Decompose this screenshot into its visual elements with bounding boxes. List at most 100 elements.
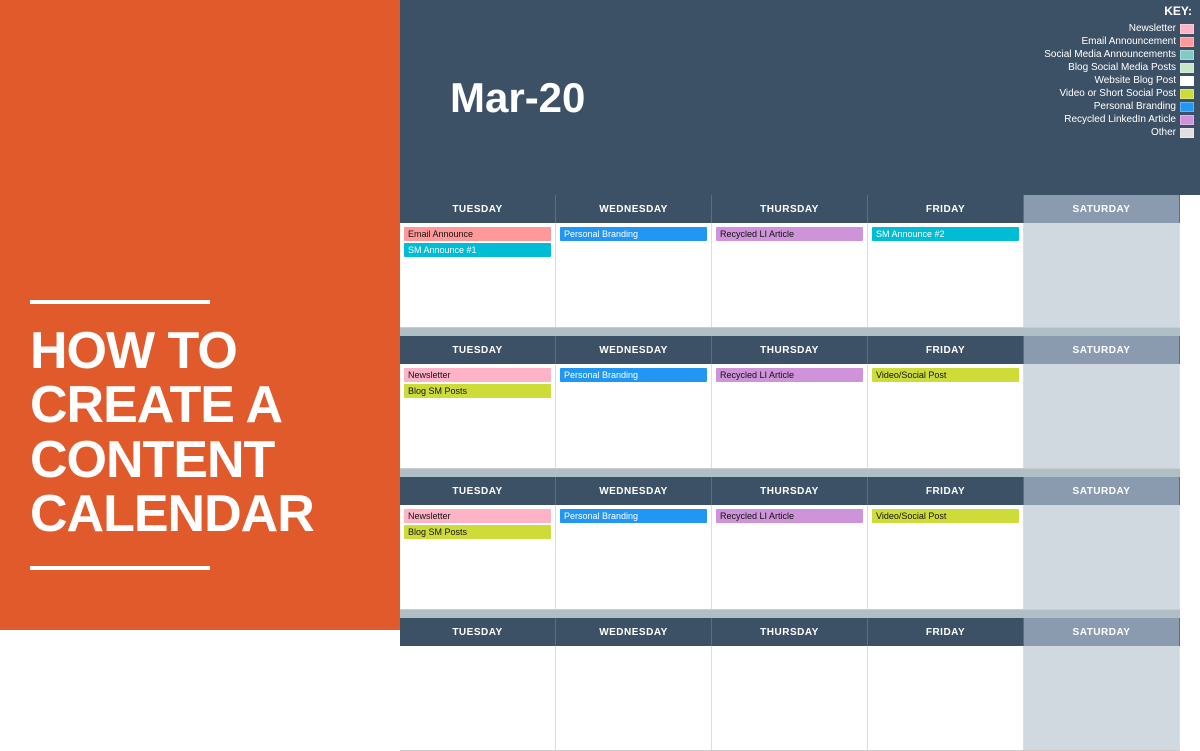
key-item: Website Blog Post [980, 74, 1200, 87]
page-title: HOW TO CREATE A CONTENT CALENDAR [30, 324, 370, 542]
key-item-label: Other [1151, 127, 1180, 138]
day-cell-wednesday: Personal Branding [556, 223, 712, 327]
cell-entry: Newsletter [404, 509, 551, 523]
cell-entry: SM Announce #1 [404, 243, 551, 257]
week-spacer [400, 328, 1180, 336]
day-cell-tuesday: Email Announce SM Announce #1 [400, 223, 556, 327]
cell-entry: Video/Social Post [872, 509, 1019, 523]
cell-entry: Blog SM Posts [404, 384, 551, 398]
day-header-friday: FRIDAY [868, 336, 1024, 364]
header-area: Mar-20 [400, 0, 980, 195]
week-spacer [400, 469, 1180, 477]
day-header-tuesday: TUESDAY [400, 477, 556, 505]
day-header-saturday: SATURDAY [1024, 477, 1180, 505]
day-cell-thursday [712, 646, 868, 750]
cell-entry: Newsletter [404, 368, 551, 382]
key-item-label: Personal Branding [1094, 101, 1180, 112]
day-cell-tuesday: Newsletter Blog SM Posts [400, 505, 556, 609]
day-cell-friday: SM Announce #2 [868, 223, 1024, 327]
cell-entry: Personal Branding [560, 368, 707, 382]
day-cells-row: Email Announce SM Announce #1 Personal Bra… [400, 223, 1180, 328]
key-color-swatch [1180, 89, 1194, 99]
day-header-thursday: THURSDAY [712, 618, 868, 646]
day-header-friday: FRIDAY [868, 618, 1024, 646]
key-color-swatch [1180, 50, 1194, 60]
day-cell-wednesday: Personal Branding [556, 364, 712, 468]
key-item: Blog Social Media Posts [980, 61, 1200, 74]
cell-entry: Blog SM Posts [404, 525, 551, 539]
week-spacer [400, 610, 1180, 618]
day-header-thursday: THURSDAY [712, 336, 868, 364]
day-header-thursday: THURSDAY [712, 477, 868, 505]
day-cell-friday: Video/Social Post [868, 505, 1024, 609]
key-item-label: Email Announcement [1081, 36, 1180, 47]
key-color-swatch [1180, 37, 1194, 47]
day-cells-row: Newsletter Blog SM Posts Personal Branding… [400, 505, 1180, 610]
day-header-saturday: SATURDAY [1024, 336, 1180, 364]
day-header-friday: FRIDAY [868, 477, 1024, 505]
key-item-label: Newsletter [1129, 23, 1180, 34]
key-item: Recycled LinkedIn Article [980, 113, 1200, 126]
top-divider [30, 300, 210, 304]
cell-entry: Personal Branding [560, 227, 707, 241]
day-header-thursday: THURSDAY [712, 195, 868, 223]
bottom-divider [30, 566, 210, 570]
key-color-swatch [1180, 63, 1194, 73]
key-item-label: Recycled LinkedIn Article [1064, 114, 1180, 125]
key-color-swatch [1180, 115, 1194, 125]
day-header-wednesday: WEDNESDAY [556, 336, 712, 364]
day-headers-row: TUESDAYWEDNESDAYTHURSDAYFRIDAYSATURDAY [400, 477, 1180, 505]
day-header-friday: FRIDAY [868, 195, 1024, 223]
day-header-saturday: SATURDAY [1024, 195, 1180, 223]
cell-entry: Email Announce [404, 227, 551, 241]
day-header-wednesday: WEDNESDAY [556, 477, 712, 505]
day-cell-saturday [1024, 505, 1180, 609]
day-cells-row: Newsletter Blog SM Posts Personal Branding… [400, 364, 1180, 469]
key-item-label: Video or Short Social Post [1059, 88, 1180, 99]
cell-entry: Recycled LI Article [716, 368, 863, 382]
day-cell-friday: Video/Social Post [868, 364, 1024, 468]
key-item: Other [980, 126, 1200, 139]
key-color-swatch [1180, 24, 1194, 34]
left-panel: HOW TO CREATE A CONTENT CALENDAR [0, 0, 400, 630]
key-item: Personal Branding [980, 100, 1200, 113]
day-cell-saturday [1024, 646, 1180, 750]
cell-entry: Recycled LI Article [716, 509, 863, 523]
day-header-saturday: SATURDAY [1024, 618, 1180, 646]
day-cell-wednesday [556, 646, 712, 750]
cell-entry: Recycled LI Article [716, 227, 863, 241]
day-cell-thursday: Recycled LI Article [712, 364, 868, 468]
calendar-grid: TUESDAYWEDNESDAYTHURSDAYFRIDAYSATURDAYEm… [400, 195, 1180, 630]
cell-entry: Personal Branding [560, 509, 707, 523]
key-item-label: Blog Social Media Posts [1068, 62, 1180, 73]
day-cell-friday [868, 646, 1024, 750]
day-header-wednesday: WEDNESDAY [556, 618, 712, 646]
day-header-tuesday: TUESDAY [400, 618, 556, 646]
day-cells-row [400, 646, 1180, 751]
cell-entry: SM Announce #2 [872, 227, 1019, 241]
day-headers-row: TUESDAYWEDNESDAYTHURSDAYFRIDAYSATURDAY [400, 618, 1180, 646]
day-cell-thursday: Recycled LI Article [712, 223, 868, 327]
day-header-tuesday: TUESDAY [400, 195, 556, 223]
month-title: Mar-20 [450, 74, 585, 122]
day-headers-row: TUESDAYWEDNESDAYTHURSDAYFRIDAYSATURDAY [400, 336, 1180, 364]
key-color-swatch [1180, 76, 1194, 86]
day-cell-tuesday: Newsletter Blog SM Posts [400, 364, 556, 468]
day-cell-thursday: Recycled LI Article [712, 505, 868, 609]
key-item: Newsletter [980, 22, 1200, 35]
day-cell-wednesday: Personal Branding [556, 505, 712, 609]
day-header-wednesday: WEDNESDAY [556, 195, 712, 223]
key-panel: KEY: Newsletter Email Announcement Social … [980, 0, 1200, 195]
key-color-swatch [1180, 102, 1194, 112]
day-cell-tuesday [400, 646, 556, 750]
day-headers-row: TUESDAYWEDNESDAYTHURSDAYFRIDAYSATURDAY [400, 195, 1180, 223]
cell-entry: Video/Social Post [872, 368, 1019, 382]
day-cell-saturday [1024, 223, 1180, 327]
key-item: Email Announcement [980, 35, 1200, 48]
day-header-tuesday: TUESDAY [400, 336, 556, 364]
key-item-label: Website Blog Post [1094, 75, 1180, 86]
day-cell-saturday [1024, 364, 1180, 468]
key-item: Social Media Announcements [980, 48, 1200, 61]
key-title: KEY: [980, 0, 1200, 22]
key-item-label: Social Media Announcements [1044, 49, 1180, 60]
